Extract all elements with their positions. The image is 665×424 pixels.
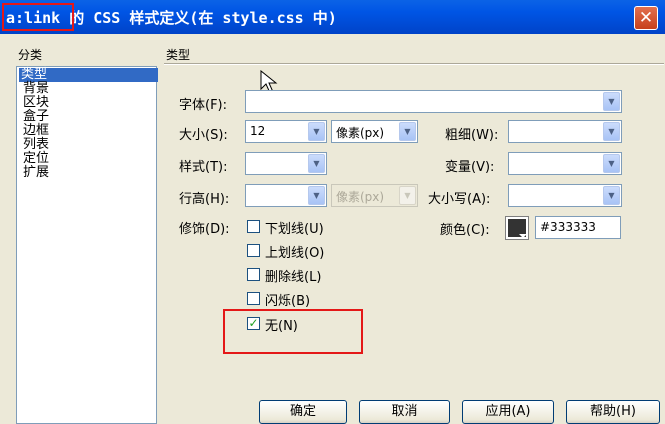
- size-value: 12: [250, 124, 266, 138]
- category-item-positioning[interactable]: 定位: [21, 152, 51, 166]
- lineheight-unit-value: 像素(px): [336, 190, 385, 204]
- ok-button[interactable]: 确定: [259, 400, 347, 424]
- case-label: 大小写(A):: [428, 192, 491, 207]
- category-item-border[interactable]: 边框: [21, 124, 51, 138]
- style-label: 样式(T):: [179, 160, 228, 175]
- lineheight-combobox[interactable]: ▼: [245, 184, 327, 207]
- category-list[interactable]: 类型 背景 区块 盒子 边框 列表 定位 扩展: [16, 66, 158, 424]
- size-unit-value: 像素(px): [336, 126, 385, 140]
- chevron-down-icon[interactable]: ▼: [308, 186, 325, 205]
- picker-arrow-icon: [519, 234, 527, 238]
- color-input[interactable]: #333333: [535, 216, 621, 239]
- color-label: 颜色(C):: [440, 223, 490, 238]
- lineheight-unit-select: 像素(px) ▼: [331, 184, 418, 207]
- close-icon[interactable]: ✕: [634, 6, 658, 30]
- chevron-down-icon[interactable]: ▼: [603, 154, 620, 173]
- category-item-type[interactable]: 类型: [19, 68, 158, 82]
- variant-label: 变量(V):: [445, 160, 495, 175]
- chevron-down-icon[interactable]: ▼: [603, 92, 620, 111]
- size-combobox[interactable]: 12 ▼: [245, 120, 327, 143]
- chevron-down-icon[interactable]: ▼: [308, 122, 325, 141]
- chevron-down-icon[interactable]: ▼: [603, 186, 620, 205]
- overline-label[interactable]: 上划线(O): [265, 242, 324, 261]
- category-heading: 分类: [18, 48, 43, 62]
- apply-button[interactable]: 应用(A): [462, 400, 554, 424]
- chevron-down-icon: ▼: [399, 186, 416, 205]
- line-through-label[interactable]: 删除线(L): [265, 266, 321, 285]
- variant-select[interactable]: ▼: [508, 152, 622, 175]
- chevron-down-icon[interactable]: ▼: [603, 122, 620, 141]
- blink-label[interactable]: 闪烁(B): [265, 290, 310, 309]
- chevron-down-icon[interactable]: ▼: [308, 154, 325, 173]
- category-item-background[interactable]: 背景: [21, 82, 51, 96]
- section-title: 类型: [166, 48, 191, 62]
- decoration-label: 修饰(D):: [179, 222, 230, 237]
- category-item-block[interactable]: 区块: [21, 96, 51, 110]
- underline-label[interactable]: 下划线(U): [265, 218, 324, 237]
- category-item-box[interactable]: 盒子: [21, 110, 51, 124]
- color-picker-button[interactable]: [505, 216, 529, 240]
- case-select[interactable]: ▼: [508, 184, 622, 207]
- chevron-down-icon[interactable]: ▼: [399, 122, 416, 141]
- help-button[interactable]: 帮助(H): [566, 400, 660, 424]
- weight-select[interactable]: ▼: [508, 120, 622, 143]
- style-select[interactable]: ▼: [245, 152, 327, 175]
- color-value: #333333: [540, 220, 596, 234]
- font-select[interactable]: ▼: [245, 90, 622, 113]
- underline-checkbox[interactable]: [247, 220, 260, 233]
- section-divider: [164, 63, 664, 65]
- lineheight-label: 行高(H):: [179, 192, 230, 207]
- line-through-checkbox[interactable]: [247, 268, 260, 281]
- font-label: 字体(F):: [179, 98, 228, 113]
- overline-checkbox[interactable]: [247, 244, 260, 257]
- title-highlight-box: [2, 3, 74, 31]
- blink-checkbox[interactable]: [247, 292, 260, 305]
- category-item-extensions[interactable]: 扩展: [21, 166, 51, 180]
- size-unit-select[interactable]: 像素(px) ▼: [331, 120, 418, 143]
- cancel-button[interactable]: 取消: [359, 400, 450, 424]
- none-highlight-box: [223, 309, 363, 354]
- weight-label: 粗细(W):: [445, 128, 499, 143]
- size-label: 大小(S):: [179, 128, 228, 143]
- category-item-list[interactable]: 列表: [21, 138, 51, 152]
